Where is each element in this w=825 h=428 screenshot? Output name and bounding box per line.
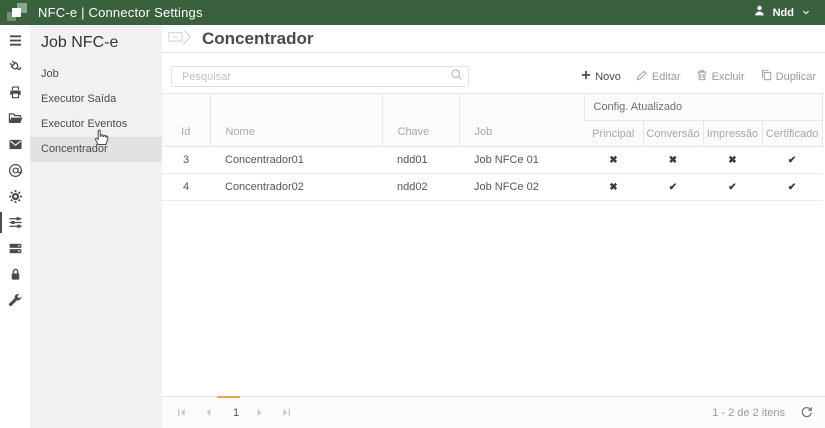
printer-icon[interactable] — [0, 84, 30, 101]
cell: ndd02 — [382, 174, 459, 201]
last-page-icon[interactable] — [279, 406, 293, 420]
at-icon[interactable] — [0, 162, 30, 179]
user-menu[interactable]: Ndd — [753, 4, 811, 22]
user-name: Ndd — [773, 7, 794, 19]
check-icon: ✔ — [762, 147, 822, 174]
page-title: Concentrador — [202, 29, 313, 49]
column-header-principal: Principal — [584, 121, 643, 147]
check-icon: ✔ — [762, 174, 822, 201]
column-header-conversao: Conversão — [643, 121, 703, 147]
column-header-certificado: Certificado — [762, 121, 822, 147]
plus-icon — [581, 70, 591, 83]
search-icon — [450, 68, 463, 86]
page-header: Concentrador — [162, 25, 825, 53]
cell: Concentrador02 — [210, 174, 382, 201]
sidebar-item-job[interactable]: Job — [30, 62, 162, 87]
column-header-impressao: Impressão — [703, 121, 762, 147]
user-icon — [753, 4, 766, 22]
mail-icon[interactable] — [0, 136, 30, 153]
column-header-chave: Chave — [382, 94, 459, 147]
chevron-down-icon — [801, 4, 811, 22]
server-icon[interactable] — [0, 240, 30, 257]
cell: Concentrador01 — [210, 147, 382, 174]
table-row[interactable]: 3Concentrador01ndd01Job NFCe 01✖✖✖✔ — [162, 147, 822, 174]
folder-icon[interactable] — [0, 110, 30, 127]
sidebar-item-executor-eventos[interactable]: Executor Eventos — [30, 112, 162, 137]
column-group-config-atualizado: Config. Atualizado — [584, 94, 822, 121]
lock-icon[interactable] — [0, 266, 30, 283]
x-icon: ✖ — [643, 147, 703, 174]
copy-icon — [760, 69, 772, 84]
edit-icon — [636, 69, 648, 84]
pager-info: 1 - 2 de 2 itens — [712, 407, 785, 419]
cell: Job NFCe 02 — [459, 174, 584, 201]
wrench-icon[interactable] — [0, 292, 30, 309]
editar-button[interactable]: Editar — [636, 69, 681, 84]
sidebar-item-executor-sa-da[interactable]: Executor Saída — [30, 87, 162, 112]
check-icon: ✔ — [703, 174, 762, 201]
column-header-id: Id — [162, 94, 210, 147]
app-window: NFC-e | Connector Settings Ndd Job NFC-e… — [0, 0, 825, 428]
x-icon: ✖ — [584, 147, 643, 174]
menu-icon[interactable] — [0, 32, 30, 49]
main-panel: Concentrador Novo Editar — [162, 25, 825, 428]
content-spacer — [162, 201, 825, 396]
cell: 3 — [162, 147, 210, 174]
app-title: NFC-e | Connector Settings — [38, 5, 203, 20]
first-page-icon[interactable] — [174, 406, 188, 420]
duplicar-button[interactable]: Duplicar — [760, 69, 816, 84]
sidebar-item-concentrador[interactable]: Concentrador — [30, 137, 162, 162]
next-page-icon[interactable] — [252, 406, 266, 420]
current-page-indicator — [217, 396, 240, 398]
page-number[interactable]: 1 — [233, 407, 239, 419]
toolbar: Novo Editar Excluir Duplicar — [171, 66, 816, 87]
top-bar: NFC-e | Connector Settings Ndd — [0, 0, 825, 25]
cell: 4 — [162, 174, 210, 201]
sliders-icon[interactable] — [0, 214, 30, 231]
table-row[interactable]: 4Concentrador02ndd02Job NFCe 02✖✔✔✔ — [162, 174, 822, 201]
novo-button[interactable]: Novo — [581, 70, 621, 83]
search-box[interactable] — [171, 66, 469, 87]
cell: ndd01 — [382, 147, 459, 174]
cell: Job NFCe 01 — [459, 147, 584, 174]
column-header-nome: Nome — [210, 94, 382, 147]
sidebar-title: Job NFC-e — [30, 25, 162, 62]
plug-icon[interactable] — [0, 58, 30, 75]
column-header-job: Job — [459, 94, 584, 147]
toolbar-actions: Novo Editar Excluir Duplicar — [581, 69, 816, 84]
app-logo-icon — [5, 2, 31, 23]
search-input[interactable] — [180, 70, 450, 84]
trash-icon — [696, 69, 708, 84]
prev-page-icon[interactable] — [201, 406, 215, 420]
x-icon: ✖ — [703, 147, 762, 174]
pager: 1 1 - 2 de 2 itens — [162, 396, 825, 428]
concentrador-box-icon — [167, 26, 195, 51]
check-icon: ✔ — [643, 174, 703, 201]
excluir-button[interactable]: Excluir — [696, 69, 745, 84]
refresh-icon[interactable] — [800, 406, 813, 419]
gear-icon[interactable] — [0, 188, 30, 205]
data-grid: Id Nome Chave Job Config. Atualizado Pri… — [162, 93, 823, 201]
icon-rail — [0, 25, 30, 428]
x-icon: ✖ — [584, 174, 643, 201]
sidebar: Job NFC-e JobExecutor SaídaExecutor Even… — [30, 25, 162, 428]
